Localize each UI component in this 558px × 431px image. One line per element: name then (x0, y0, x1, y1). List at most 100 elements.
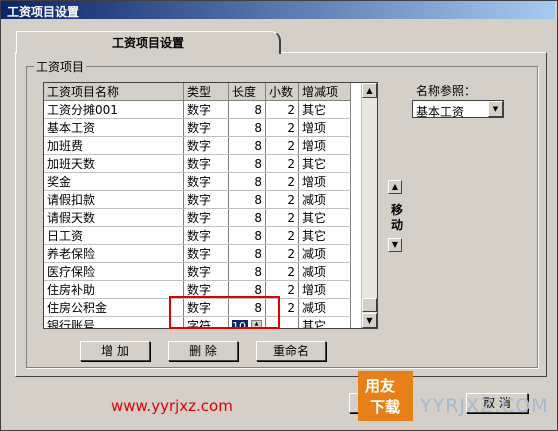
length-spinner[interactable]: 10 ▲▼ (232, 319, 262, 328)
cell-type[interactable]: 数字 (183, 244, 229, 263)
cell-length[interactable]: 8 (228, 244, 266, 263)
cell-name[interactable]: 工资分摊001 (44, 100, 184, 119)
length-spinner-value[interactable]: 10 (232, 319, 248, 328)
cell-decimals[interactable]: 2 (265, 226, 299, 245)
scroll-thumb[interactable] (362, 298, 377, 312)
cell-name[interactable]: 养老保险 (44, 244, 184, 263)
cell-type[interactable]: 数字 (183, 226, 229, 245)
cell-name[interactable]: 加班费 (44, 136, 184, 155)
cell-length[interactable]: 8 (228, 118, 266, 137)
spinner-arrows-icon[interactable]: ▲▼ (251, 319, 262, 328)
cell-type[interactable]: 数字 (183, 118, 229, 137)
cell-inc-dec[interactable]: 增项 (298, 118, 351, 137)
cell-inc-dec[interactable]: 减项 (298, 298, 351, 317)
cell-length[interactable]: 8 (228, 226, 266, 245)
table-row-editing[interactable]: 银行账号 字符 10 ▲▼ 其它 (44, 316, 351, 328)
cell-name[interactable]: 基本工资 (44, 118, 184, 137)
col-header-length[interactable]: 长度 (228, 83, 266, 101)
table-row[interactable]: 工资分摊001 数字 8 2 其它 (44, 100, 351, 119)
cell-type[interactable]: 数字 (183, 280, 229, 299)
cell-decimals[interactable]: 2 (265, 244, 299, 263)
table-row[interactable]: 住房公积金 数字 8 2 减项 (44, 298, 351, 317)
table-row[interactable]: 医疗保险 数字 8 2 减项 (44, 262, 351, 281)
cell-inc-dec[interactable]: 其它 (298, 226, 351, 245)
col-header-decimals[interactable]: 小数 (265, 83, 299, 101)
col-header-type[interactable]: 类型 (183, 83, 229, 101)
cell-type[interactable]: 数字 (183, 172, 229, 191)
cell-type[interactable]: 数字 (183, 262, 229, 281)
cell-length[interactable]: 8 (228, 154, 266, 173)
cell-inc-dec[interactable]: 增项 (298, 280, 351, 299)
move-up-icon[interactable]: ▲ (388, 180, 402, 194)
cell-inc-dec[interactable]: 其它 (298, 154, 351, 173)
cell-type[interactable]: 数字 (183, 154, 229, 173)
move-down-icon[interactable]: ▼ (388, 238, 402, 252)
table-row[interactable]: 加班费 数字 8 2 增项 (44, 136, 351, 155)
cell-type[interactable]: 数字 (183, 190, 229, 209)
cell-decimals[interactable]: 2 (265, 154, 299, 173)
cell-length[interactable]: 8 (228, 172, 266, 191)
col-header-name[interactable]: 工资项目名称 (44, 83, 184, 101)
cell-type[interactable]: 数字 (183, 100, 229, 119)
cell-decimals[interactable]: 2 (265, 118, 299, 137)
cell-length[interactable]: 8 (228, 208, 266, 227)
cell-decimals[interactable]: 2 (265, 280, 299, 299)
cell-decimals[interactable]: 2 (265, 208, 299, 227)
cell-name[interactable]: 加班天数 (44, 154, 184, 173)
rename-button[interactable]: 重命名 (256, 341, 326, 361)
chevron-down-icon[interactable]: ▼ (488, 101, 503, 117)
table-row[interactable]: 养老保险 数字 8 2 减项 (44, 244, 351, 263)
cell-name[interactable]: 日工资 (44, 226, 184, 245)
table-row[interactable]: 加班天数 数字 8 2 其它 (44, 154, 351, 173)
cell-decimals[interactable] (265, 316, 299, 328)
cell-type[interactable]: 数字 (183, 208, 229, 227)
salary-items-grid[interactable]: 工资项目名称 类型 长度 小数 增减项 工资分摊001 数字 8 2 其它 基本工资 数字 8… (43, 82, 378, 329)
add-button[interactable]: 增 加 (80, 341, 150, 361)
table-row[interactable]: 请假天数 数字 8 2 其它 (44, 208, 351, 227)
table-row[interactable]: 请假扣款 数字 8 2 减项 (44, 190, 351, 209)
cell-decimals[interactable]: 2 (265, 190, 299, 209)
grid-vertical-scrollbar[interactable]: ▲ ▼ (361, 83, 377, 328)
table-row[interactable]: 奖金 数字 8 2 增项 (44, 172, 351, 191)
cell-name[interactable]: 医疗保险 (44, 262, 184, 281)
cell-inc-dec[interactable]: 增项 (298, 136, 351, 155)
cell-inc-dec[interactable]: 其它 (298, 208, 351, 227)
cell-decimals[interactable]: 2 (265, 172, 299, 191)
cell-decimals[interactable]: 2 (265, 298, 299, 317)
table-row[interactable]: 基本工资 数字 8 2 增项 (44, 118, 351, 137)
cell-inc-dec[interactable]: 其它 (298, 100, 351, 119)
scroll-up-icon[interactable]: ▲ (362, 83, 377, 98)
cell-type[interactable]: 数字 (183, 136, 229, 155)
cell-type[interactable]: 数字 (183, 298, 229, 317)
tab-salary-item-settings[interactable]: 工资项目设置 (16, 31, 281, 54)
cell-inc-dec[interactable]: 减项 (298, 190, 351, 209)
grid-table: 工资项目名称 类型 长度 小数 增减项 工资分摊001 数字 8 2 其它 基本工资 数字 8… (44, 83, 351, 328)
cell-decimals[interactable]: 2 (265, 100, 299, 119)
cell-decimals[interactable]: 2 (265, 136, 299, 155)
table-row[interactable]: 日工资 数字 8 2 其它 (44, 226, 351, 245)
cell-name[interactable]: 请假天数 (44, 208, 184, 227)
cell-inc-dec[interactable]: 减项 (298, 244, 351, 263)
cell-length[interactable]: 8 (228, 190, 266, 209)
name-reference-select[interactable]: 基本工资 ▼ (412, 100, 504, 119)
cell-name[interactable]: 住房补助 (44, 280, 184, 299)
cell-length[interactable]: 8 (228, 100, 266, 119)
cell-length[interactable]: 8 (228, 298, 266, 317)
cell-name[interactable]: 银行账号 (44, 316, 184, 328)
cell-decimals[interactable]: 2 (265, 262, 299, 281)
cell-inc-dec[interactable]: 减项 (298, 262, 351, 281)
scroll-down-icon[interactable]: ▼ (362, 313, 377, 328)
cell-name[interactable]: 住房公积金 (44, 298, 184, 317)
cell-type[interactable]: 字符 (183, 316, 229, 328)
cell-length-editor[interactable]: 10 ▲▼ (228, 316, 266, 328)
cell-name[interactable]: 奖金 (44, 172, 184, 191)
cell-length[interactable]: 8 (228, 262, 266, 281)
col-header-inc-dec[interactable]: 增减项 (298, 83, 351, 101)
cell-inc-dec[interactable]: 增项 (298, 172, 351, 191)
cell-length[interactable]: 8 (228, 280, 266, 299)
cell-inc-dec[interactable]: 其它 (298, 316, 351, 328)
cell-name[interactable]: 请假扣款 (44, 190, 184, 209)
table-row[interactable]: 住房补助 数字 8 2 增项 (44, 280, 351, 299)
cell-length[interactable]: 8 (228, 136, 266, 155)
delete-button[interactable]: 删 除 (168, 341, 238, 361)
